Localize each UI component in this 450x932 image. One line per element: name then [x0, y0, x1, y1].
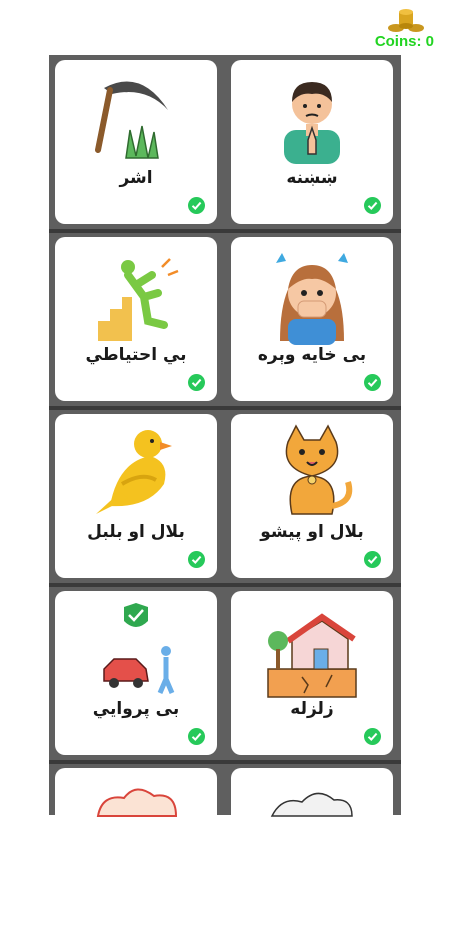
coin-stack-icon	[388, 9, 424, 32]
story-label: بلال او پيشو	[260, 522, 364, 542]
scythe-grass-icon	[95, 81, 168, 159]
story-card-8[interactable]: بی پروایي	[55, 591, 217, 755]
story-label: زلزله	[290, 699, 334, 719]
coins-counter: Coins: 0	[350, 0, 450, 52]
check-icon	[364, 197, 381, 214]
story-card-6[interactable]: بلال او بلبل	[55, 414, 217, 578]
car-accident-icon	[103, 603, 175, 694]
story-label: ښښنه	[286, 168, 338, 188]
check-icon	[188, 728, 205, 745]
story-card-3[interactable]: بی خایه وېره	[231, 237, 393, 401]
story-card-7[interactable]: زلزله	[231, 591, 393, 755]
bird-icon	[96, 430, 172, 514]
check-icon	[188, 551, 205, 568]
row-divider	[49, 406, 401, 410]
story-label: بی خایه وېره	[257, 345, 367, 365]
story-label: اشر	[119, 168, 153, 188]
row-divider	[49, 583, 401, 587]
row-divider	[49, 760, 401, 764]
cat-icon	[285, 424, 353, 515]
check-icon	[364, 374, 381, 391]
cloud-icon	[96, 788, 178, 817]
story-label: بی پروایي	[92, 699, 180, 719]
falling-stairs-icon	[98, 258, 179, 341]
check-icon	[188, 197, 205, 214]
story-card-4[interactable]: بي احتياطي	[55, 237, 217, 401]
coins-label: Coins: 0	[374, 33, 434, 50]
story-card-2[interactable]: اشر	[55, 60, 217, 224]
story-grid[interactable]: ښښنه اشر بی خایه وېره بي احتياطي بلال او…	[49, 55, 401, 932]
earthquake-house-icon	[267, 613, 357, 698]
scared-girl-icon	[276, 253, 348, 345]
row-divider	[49, 229, 401, 233]
check-icon	[188, 374, 205, 391]
story-card-1[interactable]: ښښنه	[231, 60, 393, 224]
story-card-9[interactable]	[231, 768, 393, 932]
story-label: بي احتياطي	[85, 345, 187, 365]
check-icon	[364, 728, 381, 745]
landscape-icon	[270, 792, 353, 817]
story-card-5[interactable]: بلال او پيشو	[231, 414, 393, 578]
story-label: بلال او بلبل	[87, 522, 185, 542]
story-card-10[interactable]	[55, 768, 217, 932]
check-icon	[364, 551, 381, 568]
praying-boy-icon	[284, 82, 340, 164]
